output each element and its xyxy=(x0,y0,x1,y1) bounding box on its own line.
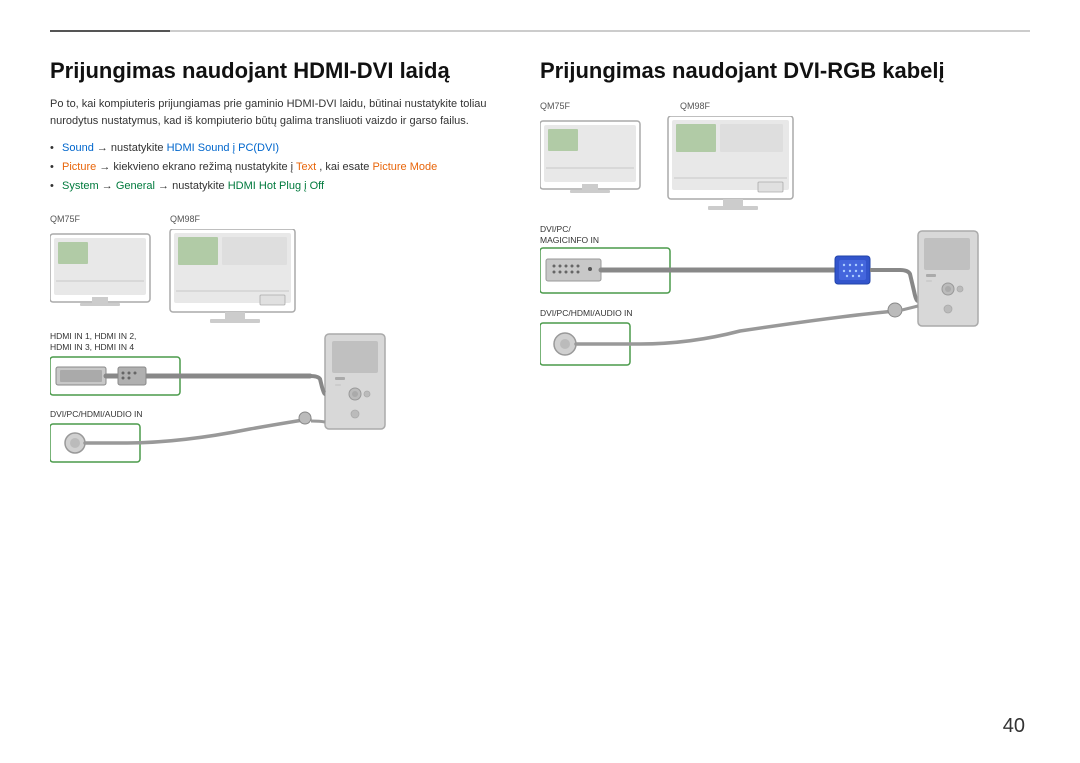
right-diagram: QM75F QM98F xyxy=(540,96,1030,431)
page-container: Prijungimas naudojant HDMI-DVI laidą Po … xyxy=(0,0,1080,763)
svg-text:MAGICINFO IN: MAGICINFO IN xyxy=(540,235,599,245)
bullet2-text1: → kiekvieno ekrano režimą nustatykite į xyxy=(99,161,296,173)
left-column: Prijungimas naudojant HDMI-DVI laidą Po … xyxy=(50,58,500,484)
left-diagram: QM75F QM98F xyxy=(50,209,500,484)
bullet3-highlight1: System xyxy=(62,180,99,192)
bullet2-text2: , kai esate xyxy=(319,161,372,173)
bullet-3: System → General → nustatykite HDMI Hot … xyxy=(50,177,500,196)
bullet2-highlight2: Text xyxy=(296,161,316,173)
bullet3-text1: → xyxy=(102,180,116,192)
bullet2-highlight1: Picture xyxy=(62,161,96,173)
bullet-list: Sound → nustatykite HDMI Sound į PC(DVI)… xyxy=(50,139,500,195)
svg-text:HDMI IN 1, HDMI IN 2,: HDMI IN 1, HDMI IN 2, xyxy=(50,331,136,341)
page-number: 40 xyxy=(1003,715,1025,738)
bullet3-highlight3: HDMI Hot Plug į Off xyxy=(228,180,324,192)
right-connection-svg: DVI/PC/ MAGICINFO IN xyxy=(540,116,1030,426)
right-title: Prijungimas naudojant DVI-RGB kabelį xyxy=(540,58,1030,84)
bullet2-highlight3: Picture Mode xyxy=(372,161,437,173)
bullet1-text1: → nustatykite xyxy=(97,142,167,154)
svg-text:DVI/PC/HDMI/AUDIO IN: DVI/PC/HDMI/AUDIO IN xyxy=(50,409,143,419)
bullet-2: Picture → kiekvieno ekrano režimą nustat… xyxy=(50,158,500,177)
left-title: Prijungimas naudojant HDMI-DVI laidą xyxy=(50,58,500,84)
top-divider-accent xyxy=(50,30,170,32)
bullet3-text2: → nustatykite xyxy=(158,180,228,192)
left-monitor2-label: QM98F xyxy=(170,214,200,224)
left-connection-svg: HDMI IN 1, HDMI IN 2, HDMI IN 3, HDMI IN… xyxy=(50,229,470,479)
svg-text:DVI/PC/: DVI/PC/ xyxy=(540,224,571,234)
bullet1-highlight1: Sound xyxy=(62,142,94,154)
right-monitor2-label: QM98F xyxy=(680,101,710,111)
bullet-1: Sound → nustatykite HDMI Sound į PC(DVI) xyxy=(50,139,500,158)
right-column: Prijungimas naudojant DVI-RGB kabelį QM7… xyxy=(540,58,1030,484)
left-monitor1-label: QM75F xyxy=(50,214,80,224)
bullet1-highlight2: HDMI Sound į PC(DVI) xyxy=(167,142,279,154)
svg-text:DVI/PC/HDMI/AUDIO IN: DVI/PC/HDMI/AUDIO IN xyxy=(540,308,633,318)
bullet3-highlight2: General xyxy=(116,180,155,192)
left-description: Po to, kai kompiuteris prijungiamas prie… xyxy=(50,96,500,129)
right-monitor1-label: QM75F xyxy=(540,101,570,111)
svg-text:HDMI IN 3, HDMI IN 4: HDMI IN 3, HDMI IN 4 xyxy=(50,342,134,352)
top-divider xyxy=(50,30,1030,32)
